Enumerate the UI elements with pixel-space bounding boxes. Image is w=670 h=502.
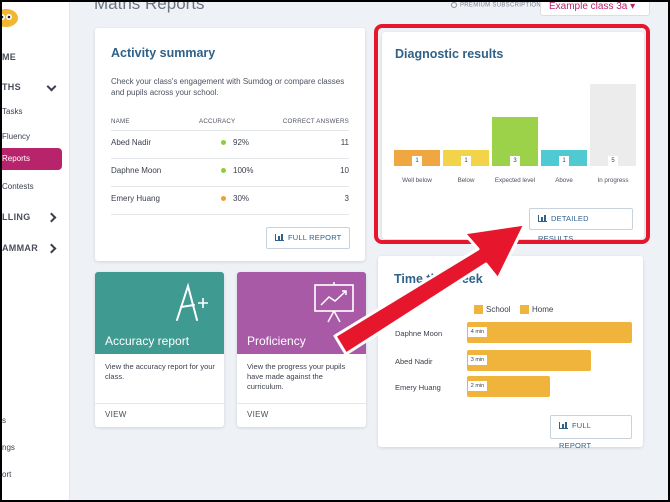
correct-answers-value: 3 xyxy=(344,194,349,203)
sidebar-item-7[interactable]: AMMAR xyxy=(2,243,38,253)
time-minutes-label: 3 min xyxy=(468,355,487,365)
status-dot-icon xyxy=(221,168,226,174)
legend-home-swatch xyxy=(520,305,529,314)
pupil-name: Daphne Moon xyxy=(111,166,162,175)
sidebar-item-9[interactable]: ngs xyxy=(2,443,15,452)
time-minutes-label: 2 min xyxy=(468,381,487,391)
time-pupil-name: Emery Huang xyxy=(395,383,441,392)
full-report-label: FULL REPORT xyxy=(288,233,342,242)
premium-label: PREMIUM SUBSCRIPTION xyxy=(460,2,542,9)
legend-home-label: Home xyxy=(532,305,554,314)
proficiency-name: Proficiency xyxy=(247,334,306,348)
pupil-name: Abed Nadir xyxy=(111,138,152,147)
activity-full-report-button[interactable]: FULL REPORT xyxy=(266,227,351,249)
sumdog-logo[interactable] xyxy=(2,6,18,28)
column-header-name: NAME xyxy=(111,118,130,125)
correct-answers-value: 11 xyxy=(340,138,349,147)
sidebar-item-8[interactable]: s xyxy=(2,416,6,425)
accuracy-value: 92% xyxy=(233,138,250,147)
accuracy-report-view-link[interactable]: VIEW xyxy=(105,410,127,419)
premium-icon xyxy=(451,2,457,8)
accuracy-value: 30% xyxy=(233,194,250,203)
table-row: Emery Huang 30% 3 xyxy=(111,186,349,214)
tile-divider xyxy=(95,403,224,404)
bar-chart-icon xyxy=(275,234,284,241)
sidebar-item-5[interactable]: Contests xyxy=(2,182,34,191)
chevron-down-icon[interactable] xyxy=(46,81,57,92)
activity-summary-description: Check your class's engagement with Sumdo… xyxy=(111,77,345,97)
sidebar-item-6[interactable]: LLING xyxy=(2,212,31,222)
sidebar-item-10[interactable]: ort xyxy=(2,470,11,479)
time-minutes-label: 4 min xyxy=(468,327,487,337)
activity-summary-card: Activity summary Check your class's enga… xyxy=(95,28,365,261)
sidebar-item-1[interactable]: THS xyxy=(2,82,21,92)
class-select[interactable]: Example class 3a ▾ xyxy=(540,2,650,16)
tile-divider xyxy=(237,403,366,404)
accuracy-cell: 100% xyxy=(221,166,253,175)
legend-school-swatch xyxy=(474,305,483,314)
time-bar[interactable] xyxy=(467,322,632,343)
time-pupil-name: Abed Nadir xyxy=(395,357,433,366)
proficiency-description: View the progress your pupils have made … xyxy=(247,362,346,391)
time-this-week-title: Time this week xyxy=(394,272,483,286)
proficiency-tile[interactable]: Proficiency View the progress your pupil… xyxy=(237,272,366,427)
table-row: Abed Nadir 92% 11 xyxy=(111,130,349,158)
bar-chart-icon xyxy=(559,422,568,429)
time-full-report-button[interactable]: FULL REPORT xyxy=(550,415,632,450)
highlight-box xyxy=(374,24,650,244)
accuracy-report-tile[interactable]: Accuracy report View the accuracy report… xyxy=(95,272,224,427)
accuracy-cell: 92% xyxy=(221,138,249,147)
sidebar: ME THS Tasks Fluency Reports Contests LLING AMM… xyxy=(2,2,70,500)
page-title: Maths Reports xyxy=(94,2,205,13)
chart-board-icon xyxy=(314,282,354,323)
accuracy-value: 100% xyxy=(233,166,254,175)
chevron-right-icon[interactable] xyxy=(46,212,57,223)
app-frame: ME THS Tasks Fluency Reports Contests LLING AMM… xyxy=(2,2,668,500)
table-row: Daphne Moon 100% 10 xyxy=(111,158,349,186)
accuracy-cell: 30% xyxy=(221,194,249,203)
premium-badge: PREMIUM SUBSCRIPTION xyxy=(451,2,541,9)
sidebar-item-4[interactable]: Reports xyxy=(2,148,62,170)
column-header-accuracy: ACCURACY xyxy=(199,118,236,125)
column-header-correct: CORRECT ANSWERS xyxy=(282,118,349,125)
table-divider xyxy=(111,214,349,215)
chevron-right-icon[interactable] xyxy=(46,243,57,254)
sidebar-item-2[interactable]: Tasks xyxy=(2,107,22,116)
proficiency-view-link[interactable]: VIEW xyxy=(247,410,269,419)
status-dot-icon xyxy=(221,196,226,202)
accuracy-report-description: View the accuracy report for your class. xyxy=(105,362,215,381)
accuracy-report-name: Accuracy report xyxy=(105,334,190,348)
pupil-name: Emery Huang xyxy=(111,194,160,203)
time-pupil-name: Daphne Moon xyxy=(395,329,443,338)
activity-summary-title: Activity summary xyxy=(111,46,216,60)
sidebar-item-0[interactable]: ME xyxy=(2,52,16,62)
legend-school-label: School xyxy=(486,305,511,314)
sidebar-item-3[interactable]: Fluency xyxy=(2,132,30,141)
correct-answers-value: 10 xyxy=(340,166,349,175)
a-plus-icon xyxy=(176,282,208,321)
status-dot-icon xyxy=(221,140,226,146)
